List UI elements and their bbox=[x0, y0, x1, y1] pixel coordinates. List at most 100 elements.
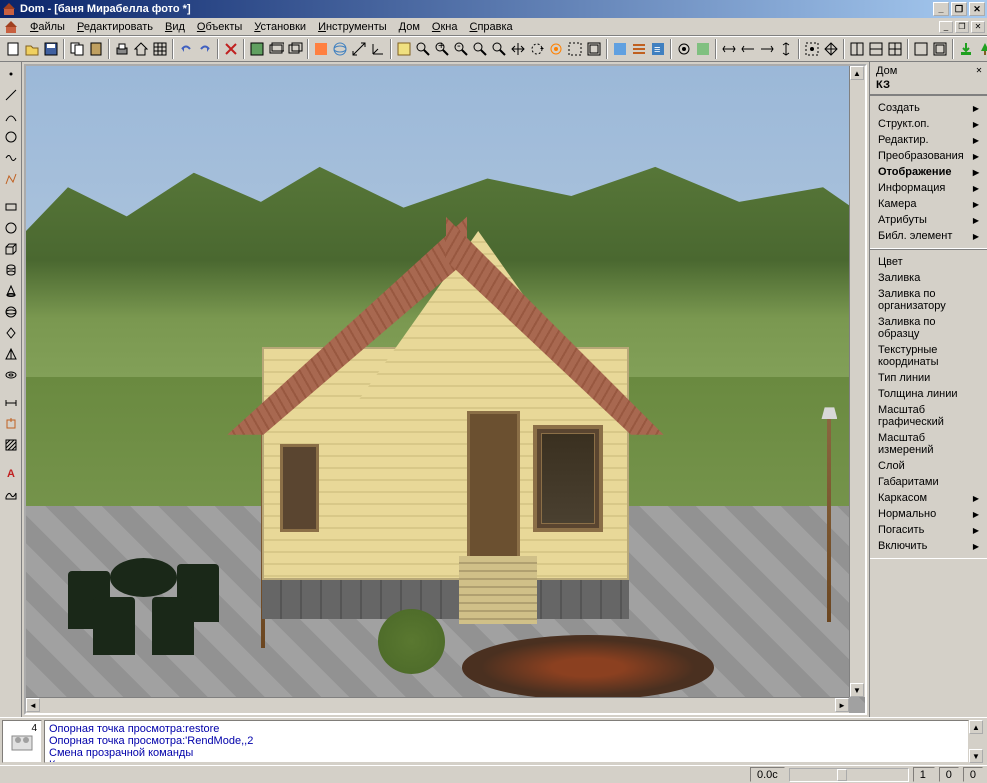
panel-item[interactable]: Камера▶ bbox=[870, 196, 987, 212]
panel-item[interactable]: Тип линии bbox=[870, 370, 987, 386]
zoomprev-icon[interactable] bbox=[490, 38, 508, 60]
panel-item[interactable]: Редактир.▶ bbox=[870, 132, 987, 148]
orbit-icon[interactable] bbox=[547, 38, 565, 60]
panel-close-icon[interactable]: ✕ bbox=[973, 64, 985, 76]
split-h-icon[interactable] bbox=[867, 38, 885, 60]
arrow-l-icon[interactable] bbox=[739, 38, 757, 60]
hatch-icon[interactable] bbox=[1, 435, 21, 455]
view2-icon[interactable] bbox=[267, 38, 285, 60]
paste-icon[interactable] bbox=[87, 38, 105, 60]
status-slider[interactable] bbox=[789, 768, 909, 782]
panel-item[interactable]: Цвет bbox=[870, 254, 987, 270]
split-4-icon[interactable] bbox=[886, 38, 904, 60]
log-scrollbar[interactable]: ▲ ▼ bbox=[969, 720, 985, 763]
arc-icon[interactable] bbox=[1, 106, 21, 126]
delete-icon[interactable] bbox=[222, 38, 240, 60]
move-icon[interactable] bbox=[822, 38, 840, 60]
arrow-r-icon[interactable] bbox=[758, 38, 776, 60]
log-scroll-down-icon[interactable]: ▼ bbox=[969, 749, 983, 763]
scroll-right-icon[interactable]: ► bbox=[835, 698, 849, 712]
copy-icon[interactable] bbox=[68, 38, 86, 60]
menu-help[interactable]: Справка bbox=[464, 19, 519, 35]
menu-edit[interactable]: Редактировать bbox=[71, 19, 159, 35]
zoomin-icon[interactable]: + bbox=[433, 38, 451, 60]
panel-item[interactable]: Создать▶ bbox=[870, 100, 987, 116]
view3-icon[interactable] bbox=[286, 38, 304, 60]
home-icon[interactable] bbox=[132, 38, 150, 60]
pyramid-icon[interactable] bbox=[1, 344, 21, 364]
panel-item[interactable]: Информация▶ bbox=[870, 180, 987, 196]
tree-icon[interactable] bbox=[976, 38, 987, 60]
redo-icon[interactable] bbox=[196, 38, 214, 60]
log-scroll-up-icon[interactable]: ▲ bbox=[969, 720, 983, 734]
minimize-button[interactable]: _ bbox=[933, 2, 949, 16]
print-icon[interactable] bbox=[113, 38, 131, 60]
pan-icon[interactable] bbox=[509, 38, 527, 60]
doc-close-button[interactable]: ✕ bbox=[971, 21, 985, 33]
panel-item[interactable]: Толщина линии bbox=[870, 386, 987, 402]
panel-item[interactable]: Погасить▶ bbox=[870, 522, 987, 538]
panel-item[interactable]: Слой bbox=[870, 458, 987, 474]
tool-e-icon[interactable] bbox=[694, 38, 712, 60]
torus-icon[interactable] bbox=[1, 365, 21, 385]
panel-item[interactable]: Структ.оп.▶ bbox=[870, 116, 987, 132]
surface-icon[interactable] bbox=[1, 484, 21, 504]
doc-minimize-button[interactable]: _ bbox=[939, 21, 953, 33]
layer-icon[interactable] bbox=[395, 38, 413, 60]
prism-icon[interactable] bbox=[1, 323, 21, 343]
close-button[interactable]: ✕ bbox=[969, 2, 985, 16]
dim-icon[interactable] bbox=[1, 393, 21, 413]
text-icon[interactable]: A bbox=[1, 463, 21, 483]
rotate-icon[interactable] bbox=[528, 38, 546, 60]
panel-item[interactable]: Масштаб измерений bbox=[870, 430, 987, 458]
sphere-icon[interactable] bbox=[1, 302, 21, 322]
selectall-icon[interactable] bbox=[585, 38, 603, 60]
zoomfit-icon[interactable] bbox=[471, 38, 489, 60]
view1-icon[interactable] bbox=[248, 38, 266, 60]
panel-item[interactable]: Заливка по организатору bbox=[870, 286, 987, 314]
panel-item[interactable]: Текстурные координаты bbox=[870, 342, 987, 370]
circle-icon[interactable] bbox=[1, 127, 21, 147]
export-icon[interactable] bbox=[957, 38, 975, 60]
rect-icon[interactable] bbox=[1, 197, 21, 217]
panel-item[interactable]: Габаритами bbox=[870, 474, 987, 490]
restore-button[interactable]: ❐ bbox=[951, 2, 967, 16]
menu-files[interactable]: Файлы bbox=[24, 19, 71, 35]
arrow-ud-icon[interactable] bbox=[777, 38, 795, 60]
scroll-left-icon[interactable]: ◄ bbox=[26, 698, 40, 712]
panel-item[interactable]: Нормально▶ bbox=[870, 506, 987, 522]
panel-item[interactable]: Включить▶ bbox=[870, 538, 987, 554]
panel-item[interactable]: Отображение▶ bbox=[870, 164, 987, 180]
new-icon[interactable] bbox=[4, 38, 22, 60]
zoom-icon[interactable] bbox=[414, 38, 432, 60]
undo-icon[interactable] bbox=[177, 38, 195, 60]
win1-icon[interactable] bbox=[912, 38, 930, 60]
tool-a-icon[interactable] bbox=[611, 38, 629, 60]
polyline-icon[interactable] bbox=[1, 169, 21, 189]
scrollbar-vertical[interactable]: ▲ ▼ bbox=[849, 66, 865, 697]
win2-icon[interactable] bbox=[931, 38, 949, 60]
panel-item[interactable]: Библ. элемент▶ bbox=[870, 228, 987, 244]
panel-item[interactable]: Атрибуты▶ bbox=[870, 212, 987, 228]
cylinder-icon[interactable] bbox=[1, 260, 21, 280]
point-icon[interactable] bbox=[1, 64, 21, 84]
tool-b-icon[interactable] bbox=[630, 38, 648, 60]
split-v-icon[interactable] bbox=[848, 38, 866, 60]
menu-windows[interactable]: Окна bbox=[426, 19, 464, 35]
angle-icon[interactable] bbox=[369, 38, 387, 60]
wireframe-icon[interactable] bbox=[331, 38, 349, 60]
menu-tools[interactable]: Инструменты bbox=[312, 19, 393, 35]
panel-item[interactable]: Преобразования▶ bbox=[870, 148, 987, 164]
save-icon[interactable] bbox=[42, 38, 60, 60]
box-icon[interactable] bbox=[1, 239, 21, 259]
panel-item[interactable]: Масштаб графический bbox=[870, 402, 987, 430]
spline-icon[interactable] bbox=[1, 148, 21, 168]
menu-view[interactable]: Вид bbox=[159, 19, 191, 35]
measure-icon[interactable] bbox=[350, 38, 368, 60]
arrow-lr-icon[interactable] bbox=[720, 38, 738, 60]
menu-objects[interactable]: Объекты bbox=[191, 19, 248, 35]
panel-item[interactable]: Заливка по образцу bbox=[870, 314, 987, 342]
panel-item[interactable]: Каркасом▶ bbox=[870, 490, 987, 506]
scrollbar-horizontal[interactable]: ◄ ► bbox=[26, 697, 849, 713]
select-icon[interactable] bbox=[566, 38, 584, 60]
